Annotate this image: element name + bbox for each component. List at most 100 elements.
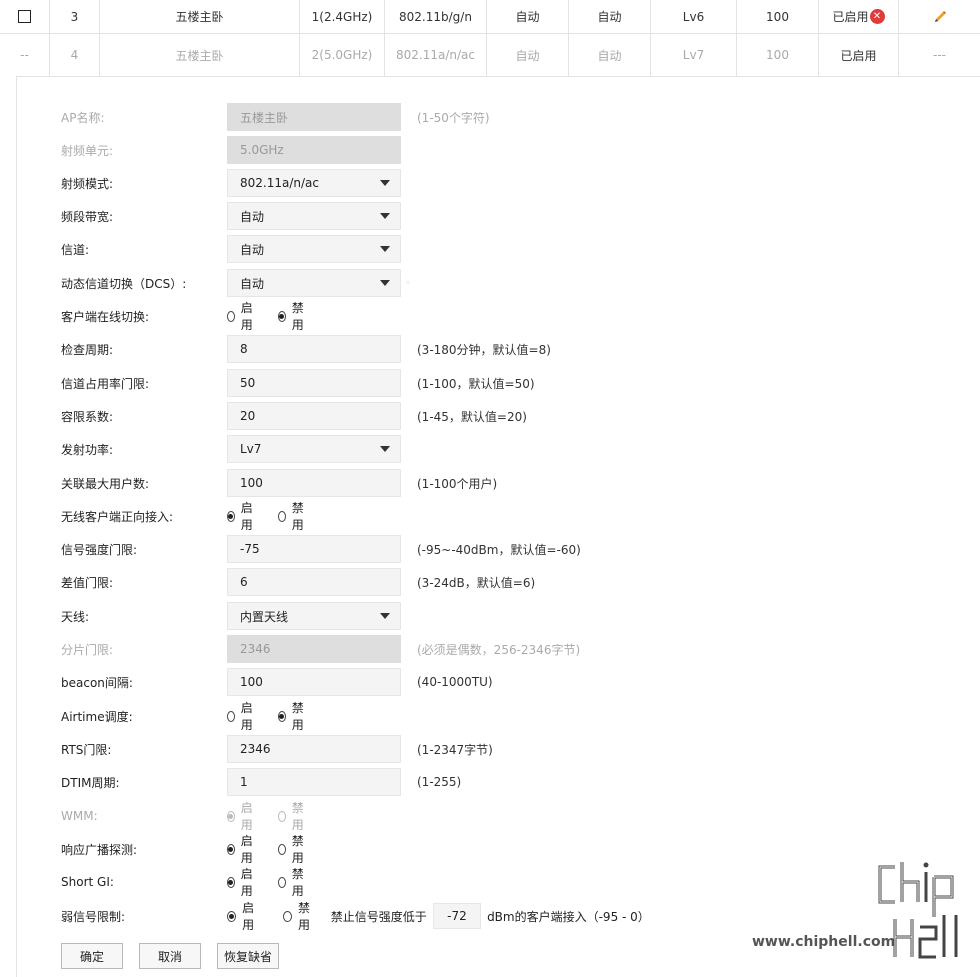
weak-signal-on[interactable]: 启用 — [227, 899, 261, 933]
beacon-hint: (40-1000TU) — [417, 675, 493, 689]
cancel-button[interactable]: 取消 — [139, 943, 201, 969]
radio-checked-icon — [227, 843, 235, 855]
disable-icon[interactable]: ✕ — [869, 9, 885, 24]
radio-icon — [282, 910, 292, 922]
antenna-select[interactable]: 内置天线 — [227, 602, 401, 630]
radio-label: 启用 — [240, 501, 253, 532]
tx-power-select[interactable]: Lv7 — [227, 435, 401, 463]
tolerance-label: 容限系数: — [61, 409, 114, 424]
ap-name-label: AP名称: — [61, 110, 105, 125]
dcs-select[interactable]: 自动 — [227, 269, 401, 297]
row-index: 3 — [50, 0, 100, 33]
row-max-users: 100 — [737, 0, 819, 33]
radio-icon — [278, 843, 286, 855]
airtime-off[interactable]: 禁用 — [278, 699, 307, 733]
beacon-label: beacon间隔: — [61, 675, 133, 690]
ap-name-hint: (1-50个字符) — [417, 110, 490, 125]
rssi-threshold-input[interactable]: -75 — [227, 535, 401, 563]
max-clients-input[interactable]: 100 — [227, 469, 401, 497]
client-switch-label: 客户端在线切换: — [61, 309, 150, 324]
bandwidth-value: 自动 — [240, 209, 265, 224]
check-period-input[interactable]: 8 — [227, 335, 401, 363]
bandwidth-select[interactable]: 自动 — [227, 202, 401, 230]
radio-label: 启用 — [242, 901, 255, 932]
max-clients-hint: (1-100个用户) — [417, 476, 498, 491]
radio-mode-select[interactable]: 802.11a/n/ac — [227, 169, 401, 197]
radio-label: 禁用 — [291, 801, 304, 832]
row-ap-name: 五楼主卧 — [100, 34, 300, 76]
radio-label: 禁用 — [291, 867, 304, 898]
channel-label: 信道: — [61, 242, 90, 257]
radio-icon — [227, 310, 235, 322]
short-gi-on[interactable]: 启用 — [227, 865, 256, 899]
beacon-input[interactable]: 100 — [227, 668, 401, 696]
check-period-hint: (3-180分钟，默认值=8) — [417, 342, 551, 357]
airtime-label: Airtime调度: — [61, 709, 133, 724]
row-checkbox[interactable] — [18, 10, 31, 23]
row-select-placeholder: -- — [0, 34, 50, 76]
radio-icon — [227, 710, 235, 722]
channel-value: 自动 — [240, 242, 265, 257]
weak-signal-input[interactable]: -72 — [432, 903, 482, 929]
ok-button[interactable]: 确定 — [61, 943, 123, 969]
diff-threshold-input[interactable]: 6 — [227, 568, 401, 596]
rts-label: RTS门限: — [61, 742, 112, 757]
dropdown-arrow-icon — [380, 246, 390, 252]
radio-mode-label: 射频模式: — [61, 176, 114, 191]
client-switch-on[interactable]: 启用 — [227, 299, 256, 333]
dropdown-arrow-icon — [380, 180, 390, 186]
dtim-label: DTIM周期: — [61, 775, 120, 790]
ap-name-input: 五楼主卧 — [227, 103, 401, 131]
channel-util-hint: (1-100，默认值=50) — [417, 376, 535, 391]
probe-response-label: 响应广播探测: — [61, 842, 138, 857]
radio-label: 启用 — [240, 834, 253, 865]
rssi-threshold-label: 信号强度门限: — [61, 542, 138, 557]
ap-table-row: 3 五楼主卧 1(2.4GHz) 802.11b/g/n 自动 自动 Lv6 1… — [0, 0, 980, 34]
forward-access-off[interactable]: 禁用 — [278, 499, 307, 533]
channel-select[interactable]: 自动 — [227, 235, 401, 263]
row-radio-unit: 2(5.0GHz) — [300, 34, 385, 76]
dropdown-arrow-icon — [380, 213, 390, 219]
row-status-cell: 已启用 ✕ — [819, 0, 899, 33]
row-ap-name: 五楼主卧 — [100, 0, 300, 33]
radio-checked-icon — [227, 510, 235, 522]
rts-input[interactable]: 2346 — [227, 735, 401, 763]
row-action-placeholder: --- — [933, 48, 946, 62]
radio-checked-icon — [227, 876, 235, 888]
edit-pencil-icon[interactable] — [933, 10, 947, 24]
weak-signal-off[interactable]: 禁用 — [282, 899, 317, 933]
rts-hint: (1-2347字节) — [417, 742, 493, 757]
radio-label: 禁用 — [291, 501, 304, 532]
radio-label: 禁用 — [291, 834, 304, 865]
dropdown-arrow-icon — [380, 280, 390, 286]
wmm-on: 启用 — [227, 799, 256, 833]
client-switch-off[interactable]: 禁用 — [278, 299, 307, 333]
forward-access-on[interactable]: 启用 — [227, 499, 256, 533]
airtime-on[interactable]: 启用 — [227, 699, 256, 733]
frag-threshold-input: 2346 — [227, 635, 401, 663]
radio-checked-icon — [278, 710, 286, 722]
row-tx-power: Lv7 — [651, 34, 737, 76]
tolerance-hint: (1-45，默认值=20) — [417, 409, 527, 424]
ap-edit-panel: AP名称: 五楼主卧 (1-50个字符) 射频单元: 5.0GHz 射频模式: … — [16, 76, 980, 977]
row-tx-power: Lv6 — [651, 0, 737, 33]
dcs-label: 动态信道切换（DCS）: — [61, 276, 187, 291]
tx-power-label: 发射功率: — [61, 442, 114, 457]
short-gi-off[interactable]: 禁用 — [278, 865, 307, 899]
wmm-off: 禁用 — [278, 799, 307, 833]
probe-response-on[interactable]: 启用 — [227, 832, 256, 866]
radio-label: 禁用 — [291, 301, 304, 332]
weak-signal-prefix: 禁止信号强度低于 — [330, 909, 427, 924]
row-radio-mode: 802.11b/g/n — [385, 0, 487, 33]
channel-util-input[interactable]: 50 — [227, 369, 401, 397]
probe-response-off[interactable]: 禁用 — [278, 832, 307, 866]
restore-default-button[interactable]: 恢复缺省 — [217, 943, 279, 969]
row-bandwidth: 自动 — [487, 0, 569, 33]
dtim-input[interactable]: 1 — [227, 768, 401, 796]
tolerance-input[interactable]: 20 — [227, 402, 401, 430]
radio-checked-icon — [227, 910, 237, 922]
radio-label: 启用 — [240, 801, 253, 832]
weak-signal-label: 弱信号限制: — [61, 909, 126, 924]
row-select-cell — [0, 0, 50, 33]
tx-power-value: Lv7 — [240, 442, 262, 456]
